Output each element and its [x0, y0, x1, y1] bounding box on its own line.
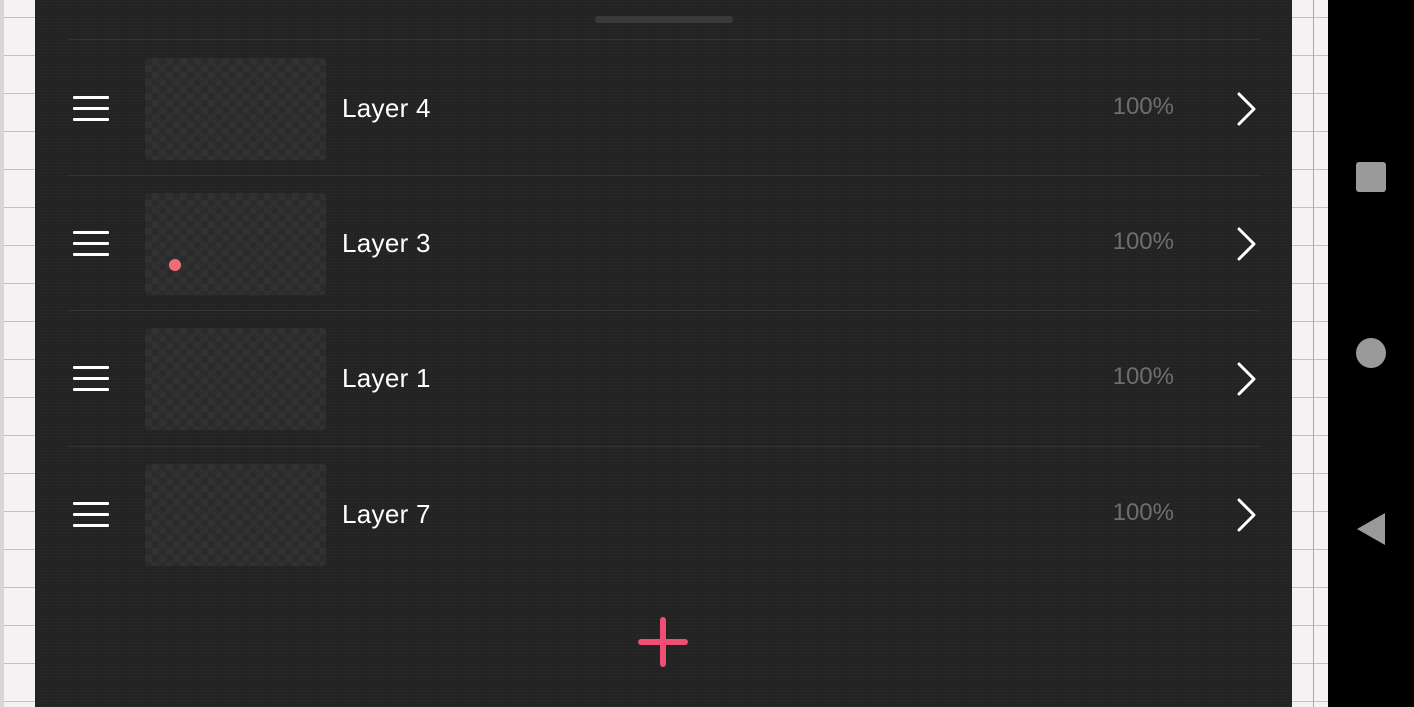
layer-thumbnail — [145, 328, 326, 430]
chevron-right-icon[interactable] — [1227, 226, 1263, 262]
hamburger-icon[interactable] — [73, 94, 109, 124]
layer-name: Layer 4 — [342, 93, 431, 123]
layer-row[interactable]: Layer 7 100% — [67, 447, 1261, 582]
chevron-right-icon[interactable] — [1227, 91, 1263, 127]
canvas-margin-line — [1313, 0, 1314, 707]
system-navigation-bar — [1328, 0, 1414, 707]
hamburger-icon[interactable] — [73, 364, 109, 394]
divider — [67, 39, 1261, 40]
layer-row[interactable]: Layer 1 100% — [67, 311, 1261, 446]
chevron-right-icon[interactable] — [1227, 497, 1263, 533]
sheet-drag-handle[interactable] — [595, 16, 733, 23]
layer-row[interactable]: Layer 4 100% — [67, 41, 1261, 176]
plus-icon — [638, 617, 688, 667]
layer-thumbnail — [145, 58, 326, 160]
layer-opacity: 100% — [1112, 499, 1174, 526]
layer-opacity: 100% — [1112, 228, 1174, 255]
layer-name: Layer 1 — [342, 363, 431, 393]
chevron-right-icon[interactable] — [1227, 361, 1263, 397]
layer-name: Layer 7 — [342, 499, 431, 529]
recents-square-icon[interactable] — [1356, 162, 1386, 192]
home-circle-icon[interactable] — [1356, 338, 1386, 368]
add-layer-button[interactable] — [634, 613, 692, 671]
back-triangle-icon[interactable] — [1357, 513, 1385, 545]
hamburger-icon[interactable] — [73, 229, 109, 259]
canvas-edge — [0, 0, 4, 707]
hamburger-icon[interactable] — [73, 500, 109, 530]
layer-thumbnail — [145, 464, 326, 566]
layer-name: Layer 3 — [342, 228, 431, 258]
layer-opacity: 100% — [1112, 93, 1174, 120]
layer-opacity: 100% — [1112, 363, 1174, 390]
layer-row[interactable]: Layer 3 100% — [67, 176, 1261, 311]
layer-thumbnail — [145, 193, 326, 295]
thumbnail-content-dot — [169, 259, 181, 271]
layers-bottom-sheet: Layer 4 100% Layer 3 100% Layer 1 100% L… — [35, 0, 1292, 707]
